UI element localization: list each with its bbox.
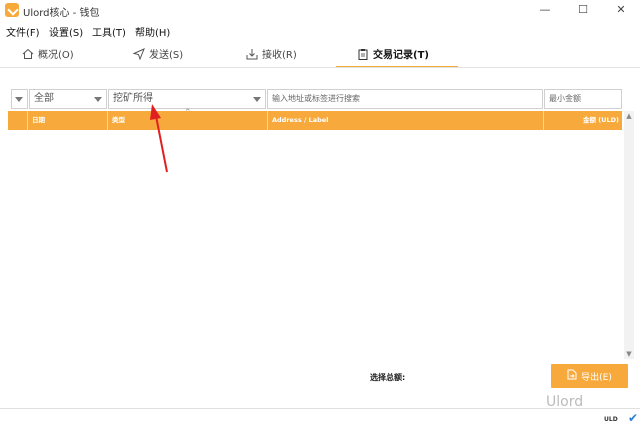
synced-check-icon: ✔ xyxy=(628,411,639,425)
tab-overview-label: 概况(O) xyxy=(38,50,74,61)
watermark-text: Ulord xyxy=(546,394,584,410)
minimize-button[interactable]: — xyxy=(528,0,562,20)
ulord-logo-icon xyxy=(5,3,19,17)
tab-send[interactable]: 发送(S) xyxy=(132,40,184,67)
min-amount-input[interactable]: 最小金额 xyxy=(544,89,622,109)
clipboard-icon xyxy=(357,48,369,60)
export-icon xyxy=(567,369,577,383)
tab-overview[interactable]: 概况(O) xyxy=(22,40,74,67)
close-button[interactable]: ✕ xyxy=(604,0,638,20)
watch-only-filter[interactable] xyxy=(11,89,28,109)
scroll-up-icon[interactable]: ▲ xyxy=(624,111,634,121)
address-search-input[interactable]: 输入地址或标签进行搜索 xyxy=(267,89,543,109)
menu-help[interactable]: 帮助(H) xyxy=(135,24,170,39)
date-filter[interactable]: 全部 xyxy=(29,89,107,109)
menu-file[interactable]: 文件(F) xyxy=(6,24,40,39)
tab-bar: 概况(O) 发送(S) 接收(R) 交易记录(T) xyxy=(0,40,640,67)
title-bar: Ulord核心 - 钱包 — ☐ ✕ xyxy=(0,0,640,20)
export-button-label: 导出(E) xyxy=(581,372,612,383)
table-scrollbar[interactable]: ▲ ▼ xyxy=(624,111,634,359)
tab-transactions[interactable]: 交易记录(T) xyxy=(357,40,429,67)
status-bar-divider xyxy=(0,408,640,409)
selection-total-label: 选择总额: xyxy=(370,373,406,382)
transactions-table-header: 日期 类型 Address / Label 金额 (ULD) xyxy=(8,111,622,130)
date-filter-value: 全部 xyxy=(34,93,54,104)
tab-receive[interactable]: 接收(R) xyxy=(246,40,297,67)
menu-settings[interactable]: 设置(S) xyxy=(49,24,83,39)
tab-transactions-label: 交易记录(T) xyxy=(373,50,429,61)
column-status[interactable] xyxy=(8,111,28,130)
menu-tools[interactable]: 工具(T) xyxy=(92,24,126,39)
min-amount-placeholder: 最小金额 xyxy=(549,94,581,103)
status-unit: ULD xyxy=(604,416,618,423)
column-amount[interactable]: 金额 (ULD) xyxy=(544,111,622,130)
scroll-down-icon[interactable]: ▼ xyxy=(624,349,634,359)
address-search-placeholder: 输入地址或标签进行搜索 xyxy=(272,94,360,103)
column-date[interactable]: 日期 xyxy=(28,111,108,130)
type-filter-value: 挖矿所得 xyxy=(113,93,153,104)
window-title: Ulord核心 - 钱包 xyxy=(23,8,100,19)
tab-receive-label: 接收(R) xyxy=(262,50,297,61)
chevron-down-icon xyxy=(94,97,102,102)
tab-divider xyxy=(0,67,640,68)
chevron-down-icon xyxy=(15,97,23,102)
maximize-button[interactable]: ☐ xyxy=(566,0,600,20)
sort-indicator-icon: ⌃ xyxy=(184,108,192,118)
receive-icon xyxy=(246,48,258,60)
export-button[interactable]: 导出(E) xyxy=(551,364,628,388)
send-icon xyxy=(132,47,145,60)
home-icon xyxy=(22,48,34,60)
tab-send-label: 发送(S) xyxy=(149,50,184,61)
column-address-label[interactable]: Address / Label xyxy=(268,111,544,130)
type-filter[interactable]: 挖矿所得 xyxy=(108,89,266,109)
chevron-down-icon xyxy=(253,97,261,102)
